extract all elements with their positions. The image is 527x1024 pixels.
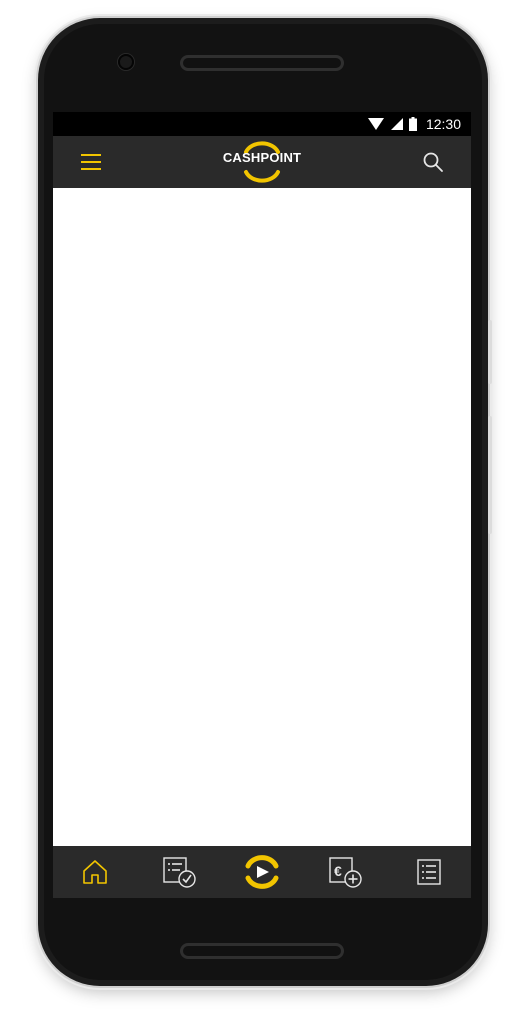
nav-play-button[interactable] <box>220 846 304 898</box>
menu-button[interactable] <box>77 148 105 176</box>
battery-icon <box>408 117 417 131</box>
svg-text:€: € <box>334 863 342 879</box>
earpiece-speaker <box>180 55 344 71</box>
nav-list-button[interactable] <box>387 846 471 898</box>
status-icons: 12:30 <box>367 112 461 136</box>
wifi-icon <box>367 117 385 131</box>
search-icon <box>419 148 447 176</box>
list-icon <box>414 857 444 887</box>
app-bar: CASHPOINT <box>53 136 471 188</box>
main-content <box>53 188 471 846</box>
nav-bet-slip-button[interactable] <box>137 846 221 898</box>
front-camera <box>118 54 134 70</box>
play-logo-icon <box>242 852 282 892</box>
cell-signal-icon <box>390 117 404 131</box>
status-bar: 12:30 <box>53 112 471 136</box>
hamburger-menu-icon <box>77 148 105 176</box>
cashpoint-logo: CASHPOINT <box>212 140 312 184</box>
bottom-navigation: € <box>53 846 471 898</box>
status-time: 12:30 <box>425 116 461 132</box>
app-screen: 12:30 CASHPOINT € <box>53 112 471 898</box>
deposit-euro-icon: € <box>327 855 363 889</box>
power-button <box>488 416 492 534</box>
home-icon <box>80 857 110 887</box>
nav-home-button[interactable] <box>53 846 137 898</box>
volume-button <box>488 320 492 384</box>
logo-text: CASHPOINT <box>222 150 302 165</box>
bottom-speaker <box>180 943 344 959</box>
bet-slip-check-icon <box>161 855 197 889</box>
nav-deposit-button[interactable]: € <box>303 846 387 898</box>
search-button[interactable] <box>419 148 447 176</box>
